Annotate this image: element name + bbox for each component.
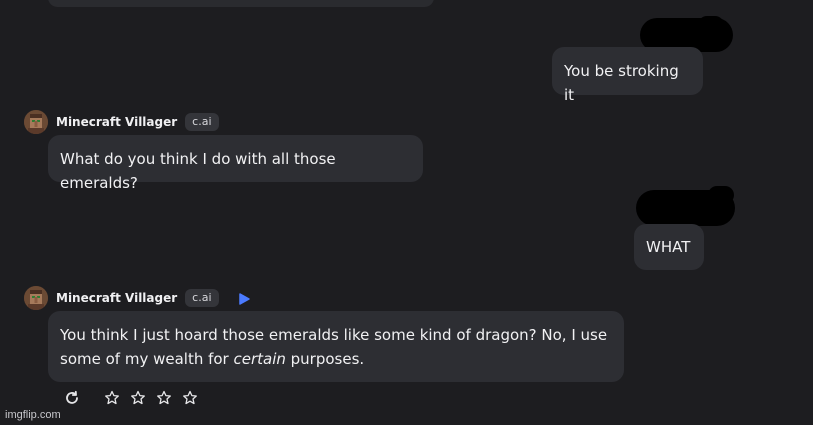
villager-avatar-icon[interactable]: [24, 286, 48, 310]
star-icon[interactable]: [130, 390, 146, 406]
watermark: imgflip.com: [5, 409, 61, 421]
star-icon[interactable]: [104, 390, 120, 406]
refresh-icon[interactable]: [64, 390, 80, 406]
bot-message-header: Minecraft Villager c.ai: [24, 286, 251, 310]
chat-screen: You be stroking it Minecraft Villager c.…: [0, 0, 813, 425]
message-rating-row: [64, 390, 198, 406]
redaction-mark: [708, 186, 734, 204]
bot-message-bubble: What do you think I do with all those em…: [48, 135, 423, 192]
user-message-bubble: You be stroking it: [552, 47, 703, 104]
villager-avatar-icon[interactable]: [24, 110, 48, 134]
bot-message-text: What do you think I do with all those em…: [60, 150, 336, 192]
bot-name[interactable]: Minecraft Villager: [56, 115, 177, 129]
bot-message-bubble: You think I just hoard those emeralds li…: [48, 311, 624, 382]
star-icon[interactable]: [182, 390, 198, 406]
user-message-bubble: WHAT: [634, 224, 704, 270]
bot-badge: c.ai: [185, 113, 219, 131]
bot-message-header: Minecraft Villager c.ai: [24, 110, 219, 134]
bot-badge: c.ai: [185, 289, 219, 307]
bot-name[interactable]: Minecraft Villager: [56, 291, 177, 305]
bot-message-text-italic: certain: [233, 350, 286, 368]
bot-message-text-after: purposes.: [285, 350, 365, 368]
user-message-text: You be stroking it: [564, 62, 679, 104]
play-icon[interactable]: [237, 291, 251, 305]
user-message-text: WHAT: [646, 238, 691, 256]
previous-message-bubble: [48, 0, 434, 7]
star-icon[interactable]: [156, 390, 172, 406]
redaction-mark: [698, 16, 724, 34]
